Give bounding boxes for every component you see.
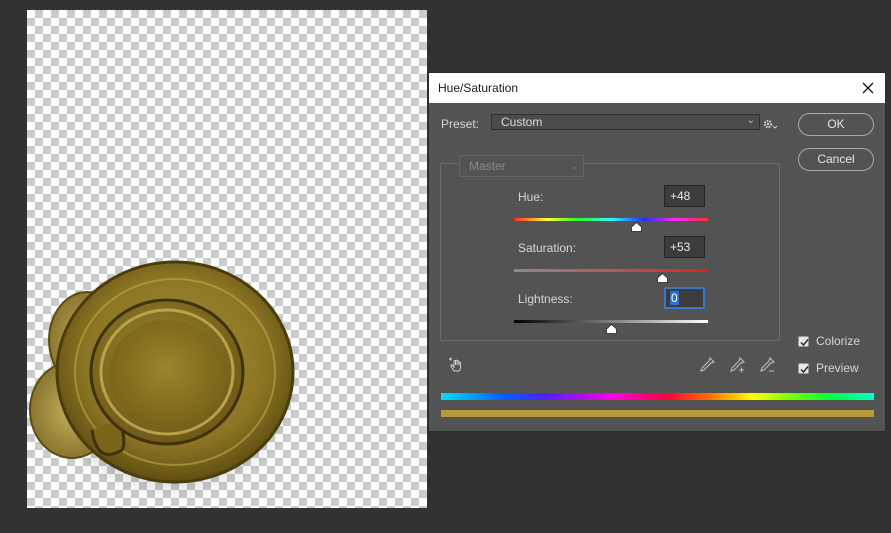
preset-dropdown[interactable]: Custom ⌄ [491,114,760,130]
lightness-slider-thumb[interactable] [605,323,617,334]
eyedropper-icon[interactable] [697,355,717,375]
cancel-button[interactable]: Cancel [798,148,874,171]
dialog-title: Hue/Saturation [438,81,519,95]
document-canvas[interactable] [27,10,427,508]
preset-value: Custom [501,115,543,129]
hue-slider-track[interactable] [514,218,708,221]
hue-label: Hue: [518,190,544,204]
input-color-bar [441,393,874,400]
dialog-titlebar[interactable]: Hue/Saturation [429,73,885,103]
eyedropper-plus-icon[interactable] [727,355,747,375]
hue-input[interactable]: +48 [664,185,705,207]
colorize-checkbox[interactable] [798,336,809,347]
saturation-slider-track[interactable] [514,269,708,272]
close-icon[interactable] [857,77,879,99]
eyedropper-minus-icon[interactable] [757,355,777,375]
preview-checkbox[interactable] [798,363,809,374]
lightness-label: Lightness: [518,292,573,306]
channel-value: Master [469,159,506,173]
saturation-label: Saturation: [518,241,577,255]
adjustment-group [440,163,780,341]
colorize-label[interactable]: Colorize [816,334,860,348]
saturation-slider-thumb[interactable] [657,272,668,283]
colorized-cup-artwork [29,258,302,502]
lightness-input[interactable]: 0 [664,287,705,309]
hue-slider-thumb[interactable] [631,221,643,232]
saturation-input[interactable]: +53 [664,236,705,258]
channel-dropdown[interactable]: Master ⌄ [459,155,584,177]
hand-adjust-icon[interactable] [446,355,466,375]
preset-label: Preset: [441,117,480,131]
output-color-bar [441,410,874,417]
ok-button[interactable]: OK [798,113,874,136]
lightness-value: 0 [670,291,679,305]
preview-label[interactable]: Preview [816,361,859,375]
chevron-down-icon: ⌄ [570,161,578,171]
chevron-down-icon: ⌄ [746,115,755,126]
gear-icon[interactable] [762,117,778,131]
hue-saturation-dialog: Hue/Saturation Preset: Custom ⌄ OK Cance… [428,72,886,432]
